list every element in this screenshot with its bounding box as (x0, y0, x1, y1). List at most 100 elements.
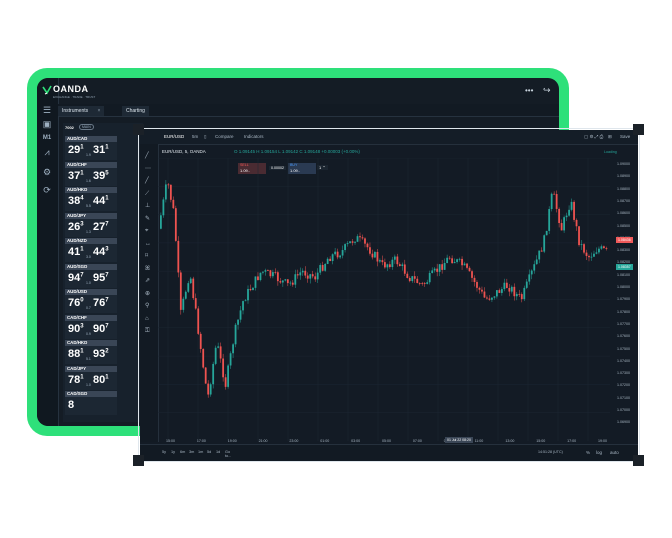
candle-body (217, 346, 220, 348)
resize-handle-top-right[interactable] (633, 124, 644, 135)
candle-body (426, 282, 429, 284)
sell-price[interactable]: 371 (68, 170, 84, 182)
instrument-tile[interactable]: AUD/JPY 263 1.3 277 (65, 212, 117, 237)
log-toggle[interactable]: log (596, 450, 602, 455)
resize-handle-top-left[interactable] (133, 124, 144, 135)
instrument-pair: AUD/SGD (65, 263, 117, 270)
sell-price[interactable]: 881 (68, 348, 84, 360)
candle-type-icon[interactable]: ▯ (204, 134, 206, 140)
buy-price[interactable]: 932 (93, 348, 109, 360)
chart-icon[interactable]: ▣ (40, 118, 54, 130)
resize-handle-bottom-right[interactable] (633, 455, 644, 466)
buy-price[interactable]: 441 (93, 195, 109, 207)
instrument-pair: AUD/JPY (65, 212, 117, 219)
buy-price[interactable]: 395 (93, 170, 109, 182)
watchlist-filter[interactable]: 7002 (65, 125, 74, 130)
buy-price[interactable]: 277 (93, 221, 109, 233)
candle-body (548, 209, 551, 231)
instrument-tile[interactable]: CAD/JPY 781 1.0 801 (65, 365, 117, 390)
tab-close-icon[interactable]: × (98, 108, 101, 114)
range-button[interactable]: 5d (207, 450, 211, 454)
candle-body (194, 298, 197, 309)
candle-body (443, 262, 446, 270)
range-button[interactable]: 6m (180, 450, 185, 454)
gear-icon[interactable]: ⚙ (40, 166, 54, 178)
mt-icon[interactable]: M1 (40, 132, 54, 144)
candle-body (486, 297, 488, 299)
timeframe-select[interactable]: 5m (192, 134, 198, 139)
resize-handle-bottom-left[interactable] (133, 455, 144, 466)
range-button[interactable]: 1d (216, 450, 220, 454)
candle-body (184, 291, 187, 299)
sell-price[interactable]: 263 (68, 221, 84, 233)
buy-price[interactable]: 907 (93, 323, 109, 335)
range-button[interactable]: 1y (171, 450, 175, 454)
candle-body (473, 277, 476, 283)
buy-price[interactable]: 311 (93, 144, 109, 156)
candle-body (396, 256, 399, 265)
watchlist-main-button[interactable]: MAIN (79, 124, 94, 130)
sell-price[interactable]: 903 (68, 323, 84, 335)
sell-price[interactable]: 781 (68, 374, 84, 386)
instrument-tile[interactable]: AUD/HKD 384 5.5 441 (65, 187, 117, 211)
instrument-tile[interactable]: CAD/HKD 881 5.1 932 (65, 340, 117, 364)
candle-body (431, 270, 434, 274)
buy-price[interactable]: 957 (93, 272, 109, 284)
sell-price[interactable]: 384 (68, 195, 84, 207)
sell-price[interactable]: 8 (68, 399, 74, 411)
candle-body (259, 272, 262, 281)
candle-body (563, 217, 565, 231)
candlestick-plot[interactable] (158, 158, 610, 441)
indicators-button[interactable]: Indicators (244, 134, 264, 139)
instrument-tile[interactable]: AUD/CAD 291 1.9 311 (65, 136, 117, 160)
tab-instruments[interactable]: Instruments × (58, 106, 105, 116)
layout-select[interactable]: ⊞ (608, 134, 612, 140)
candle-body (466, 263, 468, 268)
buy-price[interactable]: 443 (93, 246, 109, 258)
candle-body (286, 279, 289, 284)
candle-body (207, 383, 210, 395)
sell-price[interactable]: 411 (68, 246, 84, 258)
percent-toggle[interactable]: % (586, 450, 590, 455)
compare-button[interactable]: Compare (215, 134, 234, 139)
sell-price[interactable]: 291 (68, 144, 84, 156)
range-button[interactable]: 5y (162, 450, 166, 454)
layout-icon[interactable]: ▢ ⚙ ⤢ ⎙ (584, 134, 603, 140)
candle-body (416, 278, 419, 284)
price-axis[interactable]: 1.09000 1.08900 1.08800 1.08700 1.08600 1.085… (614, 146, 638, 442)
trend-icon[interactable]: ⩘ (40, 146, 54, 158)
range-button[interactable]: 3m (189, 450, 194, 454)
sell-price[interactable]: 760 (68, 297, 84, 309)
instrument-pair: CAD/SGD (65, 391, 117, 397)
range-button[interactable]: Go to... (225, 450, 231, 458)
logout-button[interactable]: ↪ (543, 85, 551, 96)
instrument-tile[interactable]: CAD/CHF 903 0.9 907 (65, 314, 117, 339)
instrument-tile[interactable]: AUD/SGD 947 1.0 957 (65, 263, 117, 288)
candle-body (227, 365, 229, 387)
instrument-tile[interactable]: AUD/USD 760 0.7 767 (65, 289, 117, 313)
save-button[interactable]: Save (620, 134, 630, 139)
auto-toggle[interactable]: auto (610, 450, 619, 455)
symbol-search[interactable]: EUR/USD (164, 134, 184, 139)
drawing-tool-icons[interactable]: ╱ ⋯ ╱ ⟋ ⊥ ✎ ⌖ ↔ ⌑ ꕤ ⇗ ⊕ ⚲ ⌂ ⚿ (145, 150, 151, 338)
candle-body (478, 287, 481, 290)
price-tick: 1.07900 (617, 297, 630, 302)
buy-price[interactable]: 767 (93, 297, 109, 309)
tab-charting[interactable]: Charting (122, 106, 149, 116)
price-tick: 1.08500 (617, 223, 630, 228)
candle-body (535, 259, 538, 265)
price-tag-buy: 1.08357 (616, 264, 633, 270)
instrument-tile[interactable]: CAD/SGD 8 (65, 391, 117, 415)
instrument-tile[interactable]: AUD/CHF 371 1.6 395 (65, 161, 117, 186)
sell-price[interactable]: 947 (68, 272, 84, 284)
candle-body (232, 344, 234, 354)
buy-price[interactable]: 801 (93, 374, 109, 386)
refresh-icon[interactable]: ⟳ (40, 184, 54, 196)
price-tick: 1.07800 (617, 309, 630, 314)
range-button[interactable]: 1m (198, 450, 203, 454)
instrument-tile[interactable]: AUD/NZD 411 3.0 443 (65, 238, 117, 262)
list-icon[interactable]: ☰ (40, 104, 54, 116)
candle-body (326, 258, 329, 264)
candle-body (401, 264, 404, 267)
more-menu-button[interactable]: ••• (525, 86, 533, 95)
